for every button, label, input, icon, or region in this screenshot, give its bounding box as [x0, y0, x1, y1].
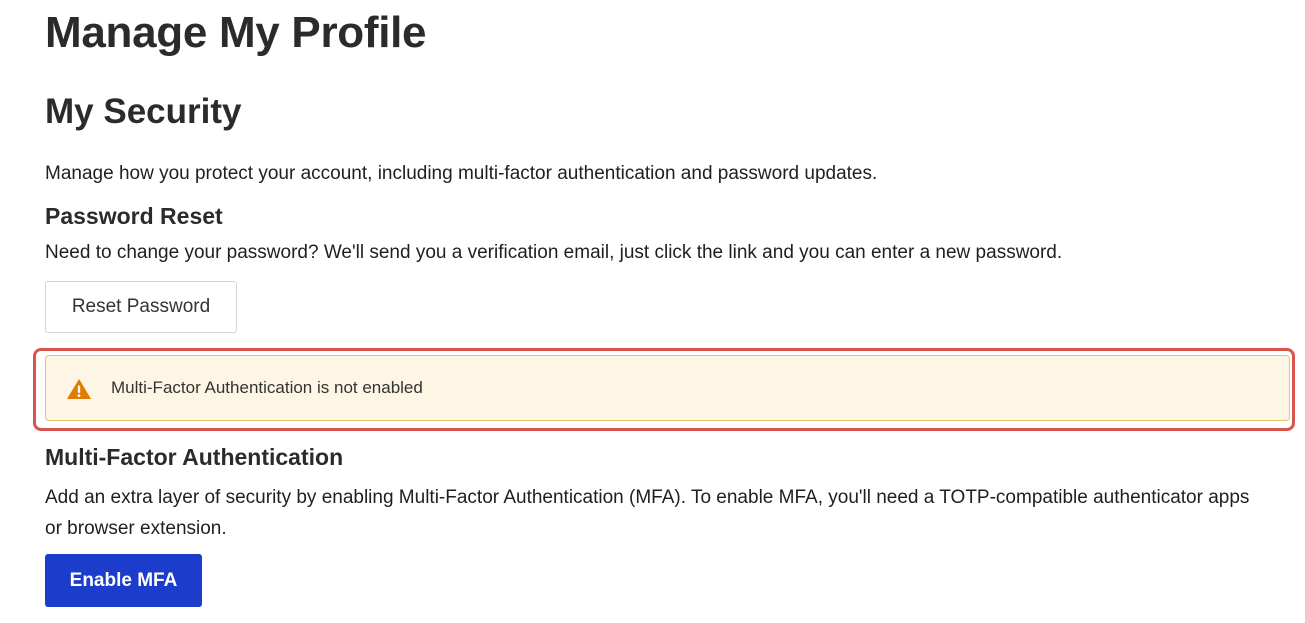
mfa-title: Multi-Factor Authentication [45, 444, 344, 470]
mfa-description: Add an extra layer of security by enabli… [45, 487, 1250, 539]
alert-message: Multi-Factor Authentication is not enabl… [111, 378, 423, 397]
page-title: Manage My Profile [45, 8, 427, 57]
password-reset-description: Need to change your password? We'll send… [45, 242, 1063, 263]
enable-mfa-button[interactable]: Enable MFA [45, 554, 202, 607]
section-title-security: My Security [45, 92, 242, 131]
warning-icon [66, 378, 92, 400]
mfa-warning-alert: Multi-Factor Authentication is not enabl… [45, 355, 1290, 421]
reset-password-button[interactable]: Reset Password [45, 281, 237, 333]
password-reset-title: Password Reset [45, 203, 223, 229]
security-intro: Manage how you protect your account, inc… [45, 163, 878, 184]
